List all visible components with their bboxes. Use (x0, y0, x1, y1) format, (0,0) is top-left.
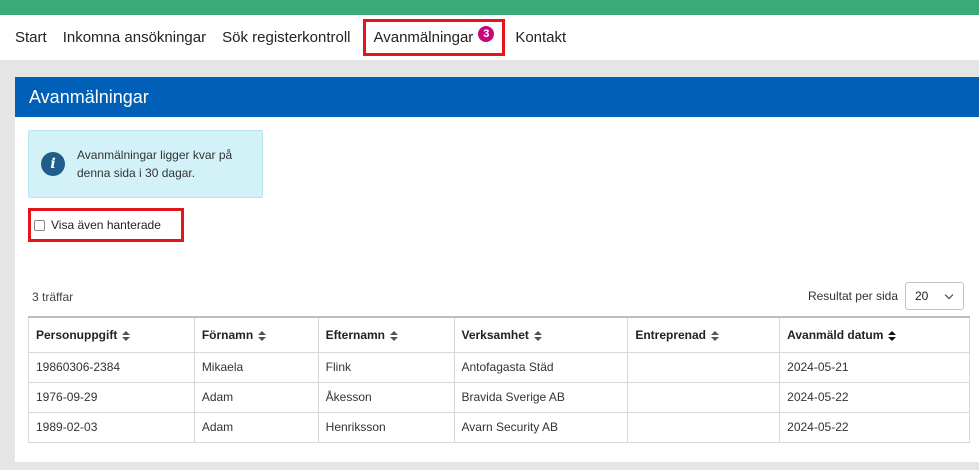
avanmalningar-panel: Avanmälningar i Avanmälningar ligger kva… (15, 77, 979, 462)
sort-icon (711, 330, 720, 341)
column-header-avanmald-datum[interactable]: Avanmäld datum (779, 316, 970, 353)
info-alert-text: Avanmälningar ligger kvar på denna sida … (77, 148, 233, 180)
cell-verksamhet: Bravida Sverige AB (453, 381, 629, 413)
column-header-efternamn[interactable]: Efternamn (317, 316, 455, 353)
cell-entreprenad (627, 411, 781, 443)
cell-verksamhet: Avarn Security AB (453, 411, 629, 443)
hit-count: 3 träffar (32, 290, 74, 304)
cell-fornamn: Adam (193, 381, 319, 413)
info-alert: i Avanmälningar ligger kvar på denna sid… (28, 130, 263, 198)
cell-personuppgift: 1989-02-03 (28, 411, 195, 443)
cell-entreprenad (627, 351, 781, 383)
table-header-row: Personuppgift Förnamn Efternamn Verksamh… (28, 316, 970, 353)
sort-icon (258, 330, 267, 341)
results-per-page: Resultat per sida 20 (808, 282, 964, 310)
table-row[interactable]: 1976-09-29 Adam Åkesson Bravida Sverige … (28, 381, 970, 413)
nav-kontakt[interactable]: Kontakt (515, 28, 566, 48)
cell-efternamn: Henriksson (317, 411, 455, 443)
content-background: Avanmälningar i Avanmälningar ligger kva… (0, 60, 979, 470)
results-per-page-value: 20 (915, 289, 929, 303)
cell-entreprenad (627, 381, 781, 413)
nav-start[interactable]: Start (15, 28, 47, 48)
show-handled-toggle[interactable]: Visa även hanterade (28, 208, 184, 242)
cell-verksamhet: Antofagasta Städ (453, 351, 629, 383)
table-row[interactable]: 19860306-2384 Mikaela Flink Antofagasta … (28, 351, 970, 383)
panel-title: Avanmälningar (15, 77, 979, 117)
nav-inkomna-ansokningar[interactable]: Inkomna ansökningar (63, 28, 206, 48)
nav-avanmalningar[interactable]: Avanmälningar 3 (362, 19, 506, 56)
cell-personuppgift: 1976-09-29 (28, 381, 195, 413)
sort-icon (533, 330, 542, 341)
column-header-verksamhet[interactable]: Verksamhet (453, 316, 629, 353)
column-header-fornamn[interactable]: Förnamn (193, 316, 319, 353)
sort-icon (888, 330, 897, 341)
results-per-page-select[interactable]: 20 (905, 282, 964, 310)
nav-avanmalningar-label: Avanmälningar (373, 29, 474, 46)
show-handled-label: Visa även hanterade (51, 218, 161, 232)
notification-count-badge: 3 (478, 26, 495, 42)
avanmalningar-table: Personuppgift Förnamn Efternamn Verksamh… (28, 316, 970, 443)
cell-efternamn: Flink (317, 351, 455, 383)
nav-sok-registerkontroll[interactable]: Sök registerkontroll (222, 28, 350, 48)
cell-avanmald-datum: 2024-05-21 (779, 351, 970, 383)
show-handled-checkbox[interactable] (34, 219, 45, 231)
sort-icon (122, 330, 131, 341)
column-header-personuppgift[interactable]: Personuppgift (28, 316, 195, 353)
cell-efternamn: Åkesson (317, 381, 455, 413)
column-header-entreprenad[interactable]: Entreprenad (627, 316, 781, 353)
cell-fornamn: Adam (193, 411, 319, 443)
results-per-page-label: Resultat per sida (807, 289, 898, 303)
main-nav: Start Inkomna ansökningar Sök registerko… (0, 15, 979, 60)
cell-personuppgift: 19860306-2384 (28, 351, 195, 383)
sort-icon (390, 330, 398, 341)
top-accent-bar (0, 0, 979, 15)
cell-fornamn: Mikaela (193, 351, 319, 383)
chevron-down-icon (944, 290, 954, 300)
info-icon: i (41, 152, 65, 176)
cell-avanmald-datum: 2024-05-22 (779, 381, 970, 413)
table-row[interactable]: 1989-02-03 Adam Henriksson Avarn Securit… (28, 411, 970, 443)
cell-avanmald-datum: 2024-05-22 (779, 411, 970, 443)
